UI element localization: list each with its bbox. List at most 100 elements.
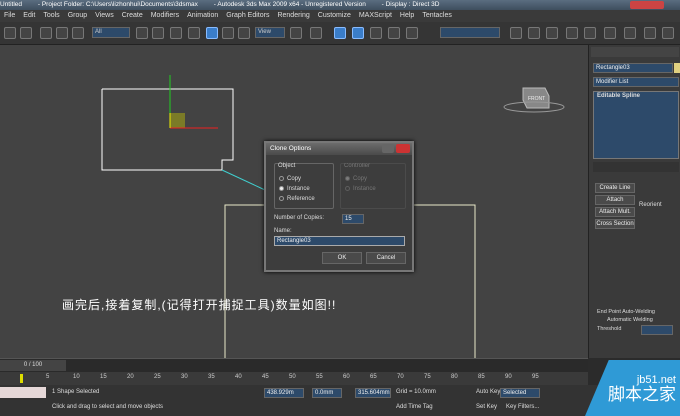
reorient-checkbox[interactable]: Reorient [639,202,662,208]
menu-animation[interactable]: Animation [187,12,218,19]
align-icon[interactable] [528,27,540,39]
mirror-icon[interactable] [510,27,522,39]
maxscript-listener[interactable] [0,387,46,398]
render-setup-icon[interactable] [624,27,636,39]
track-tick-label: 15 [100,374,107,380]
curve-editor-icon[interactable] [566,27,578,39]
automatic-welding-checkbox[interactable]: Automatic Welding [607,317,653,323]
link-icon[interactable] [40,27,52,39]
angle-snap-icon[interactable] [352,27,364,39]
select-by-name-icon[interactable] [152,27,164,39]
object-color-swatch[interactable] [674,63,680,73]
select-icon[interactable] [136,27,148,39]
schematic-icon[interactable] [584,27,596,39]
spinner-snap-icon[interactable] [388,27,400,39]
scale-icon[interactable] [238,27,250,39]
track-bar[interactable]: 5 10 15 20 25 30 35 40 45 50 55 60 65 70 75 80 85 90 95 [0,372,588,385]
menu-help[interactable]: Help [400,12,414,19]
y-coordinate[interactable]: 0.0mm [312,388,342,398]
tutorial-caption: 画完后,接着复制,(记得打开捕捉工具)数量如图!! [62,298,337,312]
track-tick-label: 70 [397,374,404,380]
move-icon[interactable] [206,27,218,39]
time-slider-thumb[interactable]: 0 / 100 [0,360,66,371]
track-tick-label: 50 [289,374,296,380]
menu-maxscript[interactable]: MAXScript [359,12,392,19]
unlink-icon[interactable] [56,27,68,39]
manipulate-icon[interactable] [310,27,322,39]
rotate-icon[interactable] [222,27,234,39]
window-crossing-icon[interactable] [188,27,200,39]
attach-button[interactable]: Attach [595,195,635,205]
selection-status: 1 Shape Selected [52,389,100,395]
menu-edit[interactable]: Edit [23,12,35,19]
track-tick-label: 45 [262,374,269,380]
create-line-button[interactable]: Create Line [595,183,635,193]
layer-icon[interactable] [546,27,558,39]
stack-item-editable-spline[interactable]: Editable Spline [594,92,678,100]
menu-create[interactable]: Create [122,12,143,19]
cross-section-button[interactable]: Cross Section [595,219,635,229]
menu-views[interactable]: Views [95,12,114,19]
attach-mult-button[interactable]: Attach Mult. [595,207,635,217]
rect-selection-icon[interactable] [170,27,182,39]
cancel-button[interactable]: Cancel [366,252,406,264]
menu-file[interactable]: File [4,12,15,19]
edit-named-selection-icon[interactable] [406,27,418,39]
name-input[interactable]: Rectangle03 [274,236,405,246]
redo-icon[interactable] [20,27,32,39]
main-toolbar: All View [0,22,680,45]
percent-snap-icon[interactable] [370,27,382,39]
window-controls[interactable] [630,1,664,9]
menu-modifiers[interactable]: Modifiers [151,12,179,19]
close-icon[interactable] [396,144,410,153]
rectangle-shape [101,88,234,171]
viewcube-label[interactable]: FRONT [528,96,545,102]
app-title: - Autodesk 3ds Max 2009 x64 - Unregister… [213,1,366,8]
x-coordinate[interactable]: 438.929m [264,388,304,398]
help-icon[interactable] [382,144,394,153]
object-name-input[interactable]: Rectangle03 [593,63,673,73]
radio-reference[interactable]: Reference [279,196,315,202]
track-tick-label: 35 [208,374,215,380]
undo-icon[interactable] [4,27,16,39]
ref-coord-dropdown[interactable]: View [255,27,285,38]
render-frame-icon[interactable] [644,27,656,39]
menu-group[interactable]: Group [68,12,87,19]
bind-space-warp-icon[interactable] [72,27,84,39]
stack-tools[interactable] [593,162,679,172]
command-panel: Rectangle03 Modifier List Editable Splin… [588,45,680,358]
modifier-stack[interactable]: Editable Spline [593,91,679,159]
track-tick-label: 55 [316,374,323,380]
add-time-tag[interactable]: Add Time Tag [396,404,433,410]
grid-size: Grid = 10.0mm [396,389,436,395]
material-editor-icon[interactable] [604,27,616,39]
modifier-list-dropdown[interactable]: Modifier List [593,77,679,87]
quick-render-icon[interactable] [662,27,674,39]
menu-rendering[interactable]: Rendering [277,12,309,19]
auto-key-button[interactable]: Auto Key [476,389,500,395]
track-tick-label: 5 [46,374,50,380]
track-tick-label: 80 [451,374,458,380]
z-coordinate[interactable]: 315.604mm [355,388,391,398]
set-key-button[interactable]: Set Key [476,404,497,410]
key-filters-button[interactable]: Key Filters... [506,404,539,410]
menu-graph-editors[interactable]: Graph Editors [226,12,269,19]
selection-filter-dropdown[interactable]: All [92,27,130,38]
radio-copy[interactable]: Copy [279,176,301,182]
snap-toggle-icon[interactable] [334,27,346,39]
ok-button[interactable]: OK [322,252,362,264]
menu-customize[interactable]: Customize [318,12,351,19]
current-frame-marker [20,374,23,383]
menu-tentacles[interactable]: Tentacles [422,12,452,19]
copies-spinner[interactable]: 15 [342,214,364,224]
command-panel-tabs[interactable] [591,47,679,57]
track-tick-label: 65 [370,374,377,380]
pivot-icon[interactable] [290,27,302,39]
radio-instance[interactable]: Instance [279,186,310,192]
key-mode-dropdown[interactable]: Selected [500,388,540,398]
named-selection-dropdown[interactable] [440,27,500,38]
track-tick-label: 40 [235,374,242,380]
time-slider[interactable]: 0 / 100 [0,358,588,372]
menu-tools[interactable]: Tools [43,12,59,19]
threshold-spinner[interactable] [641,325,673,335]
